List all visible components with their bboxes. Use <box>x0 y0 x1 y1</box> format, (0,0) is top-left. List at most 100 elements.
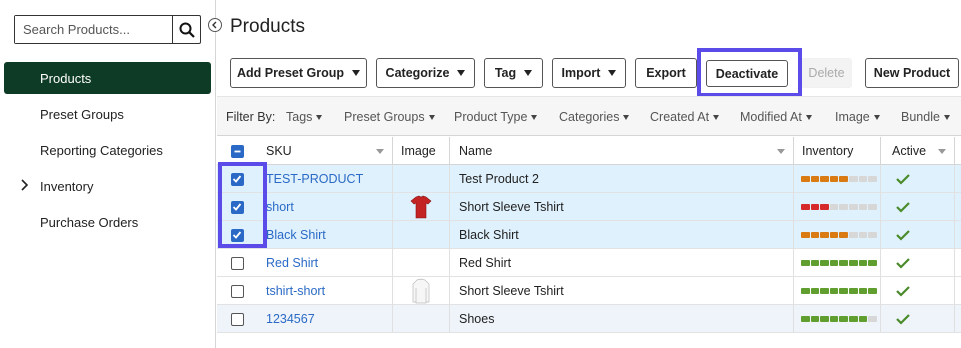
export-button[interactable]: Export <box>635 58 697 88</box>
active-cell <box>881 305 955 333</box>
check-icon <box>896 202 910 213</box>
sort-icon <box>938 149 946 154</box>
chevron-right-icon <box>21 179 28 191</box>
select-all-checkbox[interactable] <box>230 144 244 158</box>
sku-link[interactable]: Red Shirt <box>266 256 318 270</box>
sku-cell: TEST-PRODUCT <box>257 165 393 193</box>
caret-down-icon <box>531 114 538 120</box>
column-header-image[interactable]: Image <box>393 137 450 165</box>
sku-link[interactable]: tshirt-short <box>266 284 325 298</box>
inventory-cell <box>794 193 881 221</box>
column-header-name[interactable]: Name <box>450 137 794 165</box>
tag-button[interactable]: Tag <box>484 58 543 88</box>
filter-created-at[interactable]: Created At <box>650 110 720 124</box>
product-name: Short Sleeve Tshirt <box>459 284 564 298</box>
button-label: Add Preset Group <box>237 66 344 80</box>
button-label: Tag <box>494 66 517 80</box>
image-cell <box>393 193 450 221</box>
add-preset-group-button[interactable]: Add Preset Group <box>230 58 367 88</box>
column-header-inventory[interactable]: Inventory <box>794 137 881 165</box>
sku-cell: tshirt-short <box>257 277 393 305</box>
sku-link[interactable]: 1234567 <box>266 312 315 326</box>
table-row[interactable]: tshirt-short Short Sleeve Tshirt <box>217 277 961 305</box>
column-header-sku[interactable]: SKU <box>257 137 393 165</box>
sku-link[interactable]: TEST-PRODUCT <box>266 172 363 186</box>
inventory-bar <box>801 232 877 238</box>
caret-down-icon <box>805 114 812 120</box>
sidebar-item-inventory[interactable]: Inventory <box>4 170 211 202</box>
caret-down-icon <box>351 70 360 76</box>
sidebar-item-preset-groups[interactable]: Preset Groups <box>4 98 211 130</box>
select-cell <box>217 305 257 333</box>
filter-image[interactable]: Image <box>835 110 880 124</box>
table-row[interactable]: TEST-PRODUCT Test Product 2 <box>217 165 961 193</box>
row-checkbox[interactable] <box>230 256 244 270</box>
sku-cell: 1234567 <box>257 305 393 333</box>
new-product-button[interactable]: New Product <box>865 58 959 88</box>
check-icon <box>896 286 910 297</box>
search-input[interactable] <box>15 16 172 43</box>
sidebar-item-reporting-categories[interactable]: Reporting Categories <box>4 134 211 166</box>
sidebar-item-products[interactable]: Products <box>4 62 211 94</box>
main-content: Products Add Preset Group Categorize Tag… <box>217 0 961 348</box>
active-cell <box>881 249 955 277</box>
active-cell <box>881 165 955 193</box>
inventory-cell <box>794 305 881 333</box>
caret-down-icon <box>316 114 323 120</box>
selection-highlight <box>218 162 267 248</box>
filter-categories[interactable]: Categories <box>559 110 630 124</box>
inventory-cell <box>794 277 881 305</box>
collapse-sidebar-button[interactable] <box>208 18 222 32</box>
filter-modified-at[interactable]: Modified At <box>740 110 812 124</box>
table-row[interactable]: Red Shirt Red Shirt <box>217 249 961 277</box>
check-icon <box>896 258 910 269</box>
table-row[interactable]: short Short Sleeve Tshirt <box>217 193 961 221</box>
minus-icon <box>234 150 240 152</box>
button-label: New Product <box>873 66 951 80</box>
column-header-active[interactable]: Active <box>881 137 955 165</box>
filter-label-text: Modified At <box>740 110 802 124</box>
delete-button[interactable]: Delete <box>801 58 852 88</box>
sku-link[interactable]: Black Shirt <box>266 228 326 242</box>
name-cell: Red Shirt <box>450 249 794 277</box>
caret-down-icon <box>873 114 880 120</box>
product-name: Black Shirt <box>459 228 519 242</box>
column-header-label: Inventory <box>802 144 854 158</box>
active-cell <box>881 193 955 221</box>
search-icon <box>179 22 195 38</box>
sidebar-item-purchase-orders[interactable]: Purchase Orders <box>4 206 211 238</box>
filter-label-text: Image <box>835 110 870 124</box>
categorize-button[interactable]: Categorize <box>376 58 475 88</box>
product-name: Red Shirt <box>459 256 512 270</box>
import-button[interactable]: Import <box>552 58 626 88</box>
product-name: Shoes <box>459 312 495 326</box>
select-cell <box>217 249 257 277</box>
sku-link[interactable]: short <box>266 200 294 214</box>
caret-down-icon <box>713 114 720 120</box>
sidebar-item-label: Products <box>40 70 92 86</box>
table-header: SKU Image Name Inventory Active <box>217 137 961 165</box>
inventory-cell <box>794 165 881 193</box>
inventory-bar <box>801 204 877 210</box>
filter-product-type[interactable]: Product Type <box>454 110 538 124</box>
sku-cell: Black Shirt <box>257 221 393 249</box>
filter-label-text: Created At <box>650 110 710 124</box>
search-button[interactable] <box>172 16 200 43</box>
image-cell <box>393 165 450 193</box>
search-box <box>14 15 201 44</box>
button-label: Delete <box>808 66 845 80</box>
filter-bundle[interactable]: Bundle <box>901 110 950 124</box>
chevron-left-icon <box>212 21 217 29</box>
row-checkbox[interactable] <box>230 284 244 298</box>
row-checkbox[interactable] <box>230 312 244 326</box>
sku-cell: Red Shirt <box>257 249 393 277</box>
filter-tags[interactable]: Tags <box>286 110 323 124</box>
name-cell: Shoes <box>450 305 794 333</box>
table-row[interactable]: 1234567 Shoes <box>217 305 961 333</box>
table-row[interactable]: Black Shirt Black Shirt <box>217 221 961 249</box>
active-cell <box>881 221 955 249</box>
filter-preset-groups[interactable]: Preset Groups <box>344 110 435 124</box>
filter-label-text: Tags <box>286 110 313 124</box>
filter-label-text: Bundle <box>901 110 940 124</box>
button-label: Categorize <box>385 66 450 80</box>
